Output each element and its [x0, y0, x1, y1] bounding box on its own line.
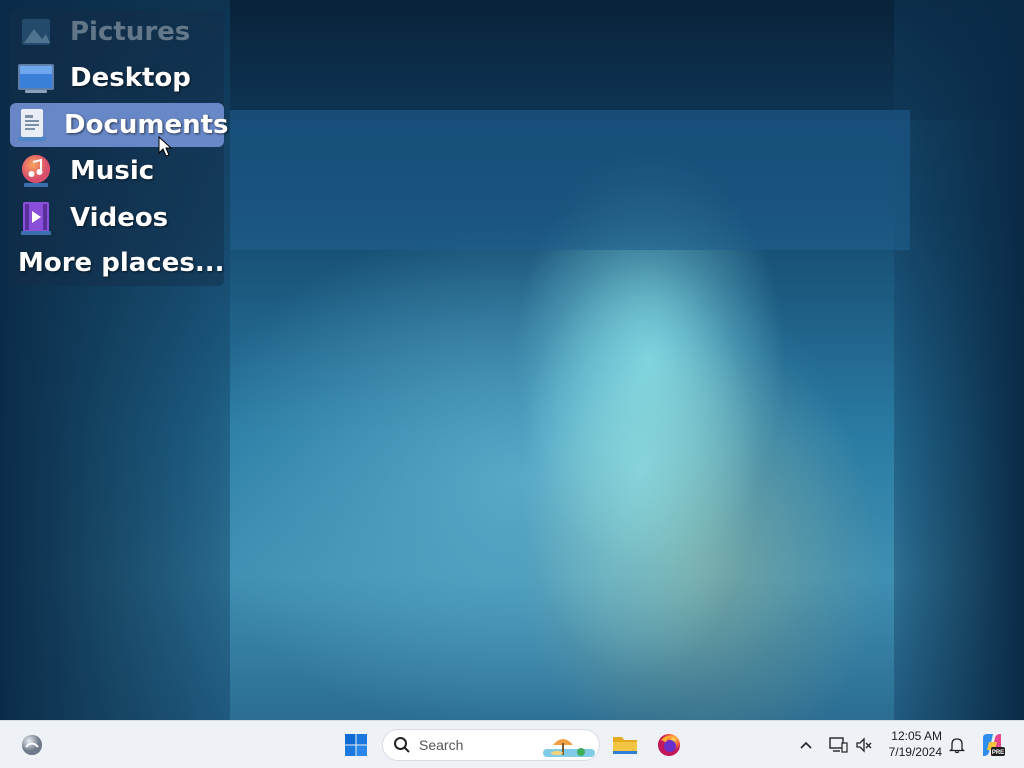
search-placeholder: Search	[419, 737, 464, 753]
place-label: Videos	[70, 203, 169, 233]
volume-muted-icon	[856, 737, 872, 753]
copilot-icon: PRE	[983, 734, 1005, 756]
notifications-button[interactable]	[941, 729, 973, 761]
videos-icon	[16, 198, 56, 238]
start-button[interactable]	[340, 729, 372, 761]
clock-date: 7/19/2024	[888, 745, 942, 759]
place-item-pictures[interactable]: Pictures	[10, 10, 224, 54]
place-item-videos[interactable]: Videos	[10, 196, 224, 240]
more-places-link[interactable]: More places...	[18, 248, 224, 278]
taskbar: Search 12:05 AM 7/19/2024 PRE	[0, 720, 1024, 768]
search-icon	[394, 737, 410, 753]
taskbar-search-box[interactable]: Search	[382, 729, 600, 761]
firefox-button[interactable]	[653, 729, 685, 761]
search-highlight-icon	[543, 739, 595, 757]
places-menu: Pictures Desktop Documents Music Videos …	[10, 10, 229, 286]
start-icon	[345, 734, 367, 756]
mouse-cursor-icon	[158, 136, 172, 157]
place-item-documents[interactable]: Documents	[10, 103, 229, 147]
widgets-icon	[22, 735, 42, 755]
firefox-icon	[658, 734, 680, 756]
wallpaper-light	[520, 260, 760, 680]
file-explorer-icon	[613, 737, 637, 754]
documents-icon	[16, 105, 50, 145]
bell-icon	[949, 738, 965, 754]
widgets-button[interactable]	[16, 729, 48, 761]
copilot-badge: PRE	[992, 750, 1004, 756]
place-item-music[interactable]: Music	[10, 149, 224, 193]
copilot-button[interactable]: PRE	[976, 729, 1008, 761]
place-item-desktop[interactable]: Desktop	[10, 56, 224, 100]
wallpaper-right-wall	[894, 0, 1024, 720]
desktop-icon	[16, 58, 56, 98]
place-label: Desktop	[70, 63, 191, 93]
place-label: Documents	[64, 110, 229, 140]
file-explorer-button[interactable]	[609, 729, 641, 761]
network-icon	[829, 737, 848, 753]
clock[interactable]: 12:05 AM 7/19/2024	[874, 729, 942, 761]
music-icon	[16, 151, 56, 191]
show-hidden-icons-button[interactable]	[790, 729, 822, 761]
clock-time: 12:05 AM	[891, 729, 942, 743]
place-label: Music	[70, 156, 155, 186]
pictures-icon	[16, 12, 56, 52]
wallpaper-back-wall	[230, 110, 910, 250]
chevron-up-icon	[800, 741, 812, 749]
place-label: Pictures	[70, 17, 191, 47]
